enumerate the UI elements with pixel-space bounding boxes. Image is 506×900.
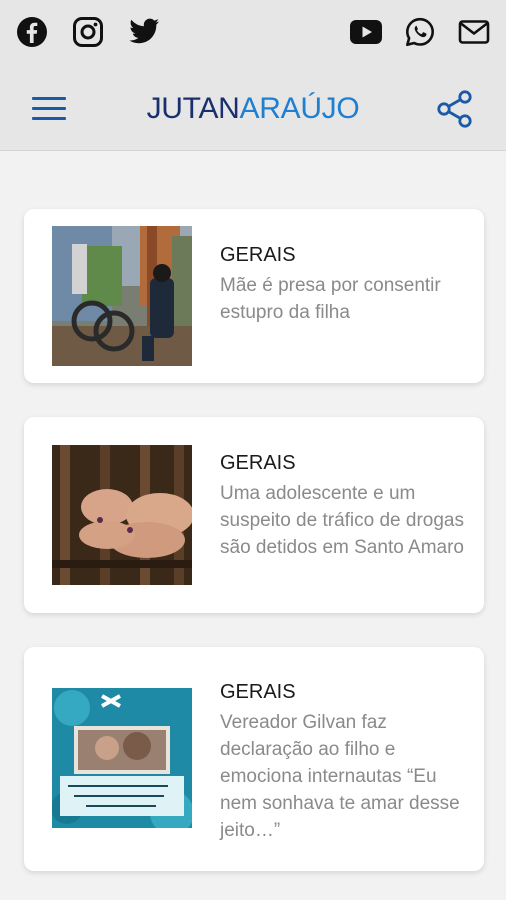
brand-part1: JUTAN: [146, 92, 240, 125]
youtube-icon[interactable]: [348, 14, 384, 50]
top-bar: JUTANARAÚJO: [0, 0, 506, 151]
brand-part2: ARAÚJO: [239, 92, 360, 125]
site-logo[interactable]: JUTANARAÚJO: [0, 92, 506, 126]
article-card[interactable]: GERAIS Mãe é presa por consentir estupro…: [24, 209, 484, 383]
facebook-icon[interactable]: [14, 14, 50, 50]
social-links-right: [348, 14, 492, 50]
social-links-left: [14, 14, 162, 50]
article-list: GERAIS Mãe é presa por consentir estupro…: [24, 209, 484, 900]
app-bar: JUTANARAÚJO: [0, 78, 506, 138]
share-icon[interactable]: [434, 88, 476, 130]
article-thumbnail[interactable]: [52, 688, 192, 828]
article-text: GERAIS Mãe é presa por consentir estupro…: [220, 242, 466, 326]
article-text: GERAIS Vereador Gilvan faz declaração ao…: [220, 679, 466, 844]
article-thumbnail[interactable]: [52, 226, 192, 366]
instagram-icon[interactable]: [70, 14, 106, 50]
mail-icon[interactable]: [456, 14, 492, 50]
article-category[interactable]: GERAIS: [220, 679, 466, 705]
twitter-icon[interactable]: [126, 14, 162, 50]
article-card[interactable]: GERAIS Vereador Gilvan faz declaração ao…: [24, 647, 484, 871]
article-category[interactable]: GERAIS: [220, 450, 466, 476]
article-text: GERAIS Uma adolescente e um suspeito de …: [220, 450, 466, 561]
article-card[interactable]: GERAIS Uma adolescente e um suspeito de …: [24, 417, 484, 613]
article-category[interactable]: GERAIS: [220, 242, 466, 268]
article-title[interactable]: Vereador Gilvan faz declaração ao filho …: [220, 709, 466, 844]
article-title[interactable]: Uma adolescente e um suspeito de tráfico…: [220, 480, 466, 561]
article-thumbnail[interactable]: [52, 445, 192, 585]
article-title[interactable]: Mãe é presa por consentir estupro da fil…: [220, 272, 466, 326]
whatsapp-icon[interactable]: [402, 14, 438, 50]
